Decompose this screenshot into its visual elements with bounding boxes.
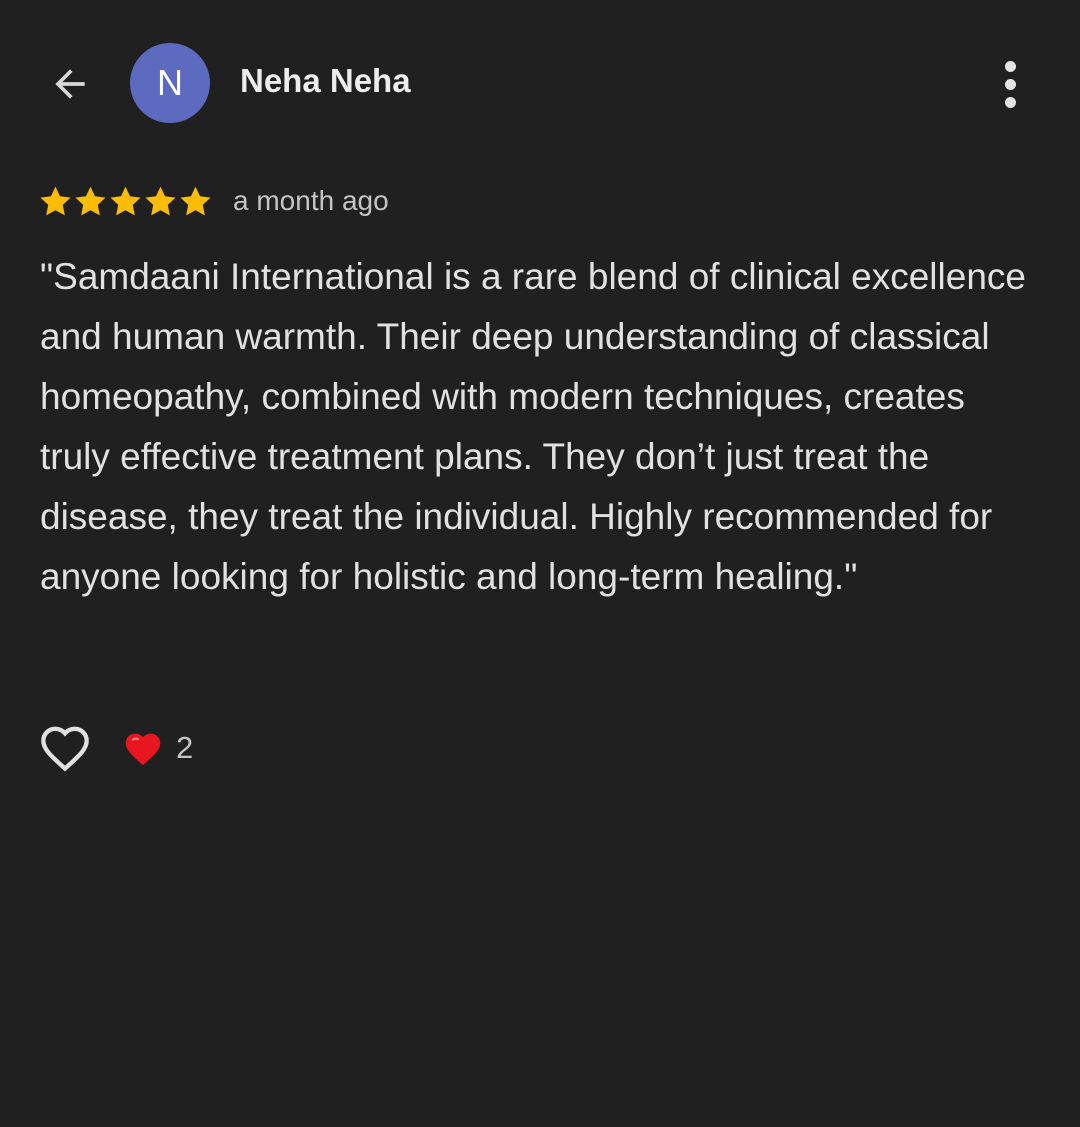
reaction-count: 2 xyxy=(176,730,194,765)
back-button[interactable] xyxy=(44,58,96,110)
star-icon xyxy=(145,186,176,215)
heart-outline-icon xyxy=(41,726,89,772)
review-time: a month ago xyxy=(233,185,389,216)
star-icon xyxy=(40,186,71,215)
reactions-row: 2 xyxy=(38,722,193,774)
review-header: N Neha Neha xyxy=(0,0,1080,165)
review-text: "Samdaani International is a rare blend … xyxy=(40,256,1026,597)
arrow-back-icon xyxy=(55,69,85,99)
star-icon xyxy=(180,186,211,215)
rating-row: a month ago xyxy=(38,180,389,222)
red-heart-icon xyxy=(125,733,161,766)
avatar-letter: N xyxy=(157,62,183,103)
star-rating xyxy=(38,184,213,219)
more-vertical-icon xyxy=(1004,60,1016,72)
reaction-badge[interactable]: 2 xyxy=(122,729,193,767)
more-vertical-icon-dot xyxy=(1004,78,1016,90)
more-vertical-icon-dot xyxy=(1004,96,1016,108)
avatar[interactable]: N xyxy=(130,43,210,123)
more-options-button[interactable] xyxy=(988,58,1032,110)
star-icon xyxy=(110,186,141,215)
star-icon xyxy=(75,186,106,215)
like-button[interactable] xyxy=(38,722,92,774)
author-name[interactable]: Neha Neha xyxy=(240,62,411,100)
